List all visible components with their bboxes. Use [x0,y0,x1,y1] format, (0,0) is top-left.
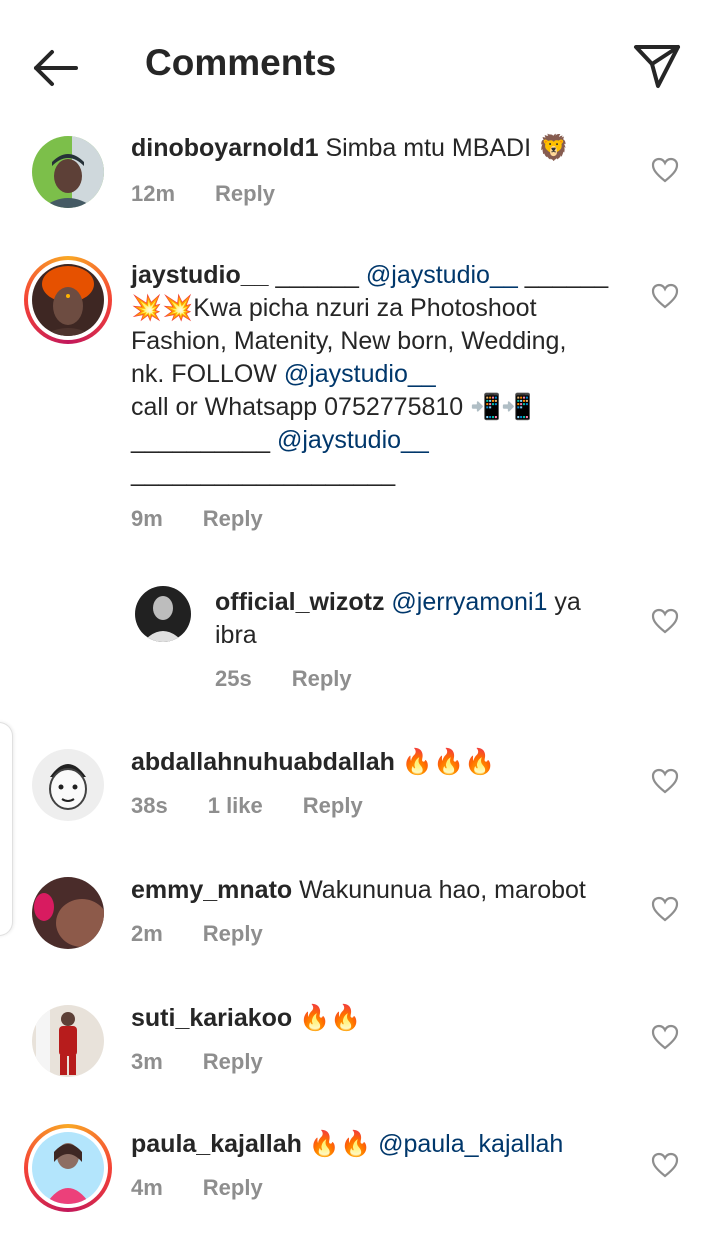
mention-link[interactable]: @jaystudio__ [366,261,518,289]
reply-button[interactable]: Reply [203,1049,263,1074]
comment-meta: 4m Reply [131,1175,303,1201]
comment-time: 25s [215,666,252,691]
comment-meta: 38s 1 like Reply [131,793,403,819]
reply-button[interactable]: Reply [203,506,263,531]
reply-button[interactable]: Reply [215,181,275,206]
comment-item: emmy_mnato Wakununua hao, marobot 2m Repl… [0,873,720,973]
story-ring[interactable] [24,256,112,344]
reply-button[interactable]: Reply [203,921,263,946]
comment-username[interactable]: jaystudio__ [131,261,269,289]
comment-text: abdallahnuhuabdallah 🔥🔥🔥 [131,746,631,779]
comment-text: emmy_mnato Wakununua hao, marobot [131,874,651,907]
reply-button[interactable]: Reply [203,1175,263,1200]
back-button[interactable] [30,48,82,88]
comment-username[interactable]: official_wizotz [215,588,384,616]
heart-icon[interactable] [651,896,679,922]
comment-meta: 3m Reply [131,1049,303,1075]
heart-icon[interactable] [651,1024,679,1050]
page-title: Comments [145,42,337,83]
comment-text: official_wizotz @jerryamoni1 ya ibra [215,588,581,649]
heart-icon[interactable] [651,608,679,634]
comment-time: 3m [131,1049,163,1074]
comment-body: 🔥🔥 [308,1130,379,1158]
comment-text: paula_kajallah 🔥🔥 @paula_kajallah [131,1128,641,1161]
story-ring[interactable] [24,1124,112,1212]
comment-body: 🔥🔥🔥 [401,748,496,776]
comment-text: suti_kariakoo 🔥🔥 [131,1002,631,1035]
comment-time: 4m [131,1175,163,1200]
reply-comment-item: official_wizotz @jerryamoni1 ya ibra 25s… [0,585,720,705]
mention-link[interactable]: @jaystudio__ [277,426,429,454]
comment-text: jaystudio__ ______ @jaystudio__ ______ 💥… [131,261,609,487]
reply-button[interactable]: Reply [303,793,363,818]
comment-time: 9m [131,506,163,531]
arrow-left-icon [34,50,78,86]
avatar[interactable] [32,749,104,821]
like-count[interactable]: 1 like [208,793,263,818]
comment-time: 12m [131,181,176,206]
share-button[interactable] [632,42,682,90]
avatar [32,264,104,336]
reply-button[interactable]: Reply [292,666,352,691]
mention-link[interactable]: @jerryamoni1 [391,588,547,616]
comment-body: 🔥🔥 [299,1004,362,1032]
comment-meta: 25s Reply [215,666,392,692]
comment-username[interactable]: emmy_mnato [131,876,292,904]
comment-text: dinoboyarnold1 Simba mtu MBADI 🦁 [131,132,631,165]
comment-body: Simba mtu MBADI 🦁 [325,134,570,162]
comment-item: suti_kariakoo 🔥🔥 3m Reply [0,1001,720,1101]
comment-meta: 9m Reply [131,506,303,532]
comment-body: Wakununua hao, marobot [299,876,586,904]
avatar [32,1132,104,1204]
mention-link[interactable]: @jaystudio__ [284,360,436,388]
comment-username[interactable]: suti_kariakoo [131,1004,292,1032]
paper-plane-icon [634,45,680,88]
avatar[interactable] [32,1005,104,1077]
comment-username[interactable]: dinoboyarnold1 [131,134,319,162]
avatar[interactable] [32,136,104,208]
avatar[interactable] [32,877,104,949]
comment-meta: 12m Reply [131,181,315,207]
comment-meta: 2m Reply [131,921,303,947]
heart-icon[interactable] [651,283,679,309]
heart-icon[interactable] [651,157,679,183]
heart-icon[interactable] [651,768,679,794]
comment-item: jaystudio__ ______ @jaystudio__ ______ 💥… [0,255,720,545]
mention-link[interactable]: @paula_kajallah [378,1130,563,1158]
comment-item: paula_kajallah 🔥🔥 @paula_kajallah 4m Repl… [0,1124,720,1227]
comment-time: 38s [131,793,168,818]
comment-item: abdallahnuhuabdallah 🔥🔥🔥 38s 1 like Reply [0,745,720,845]
comment-username[interactable]: paula_kajallah [131,1130,302,1158]
heart-icon[interactable] [651,1152,679,1178]
comment-item: dinoboyarnold1 Simba mtu MBADI 🦁 12m Repl… [0,130,720,230]
comment-username[interactable]: abdallahnuhuabdallah [131,748,395,776]
top-app-bar: Comments [0,0,720,130]
comment-time: 2m [131,921,163,946]
avatar[interactable] [135,586,191,642]
